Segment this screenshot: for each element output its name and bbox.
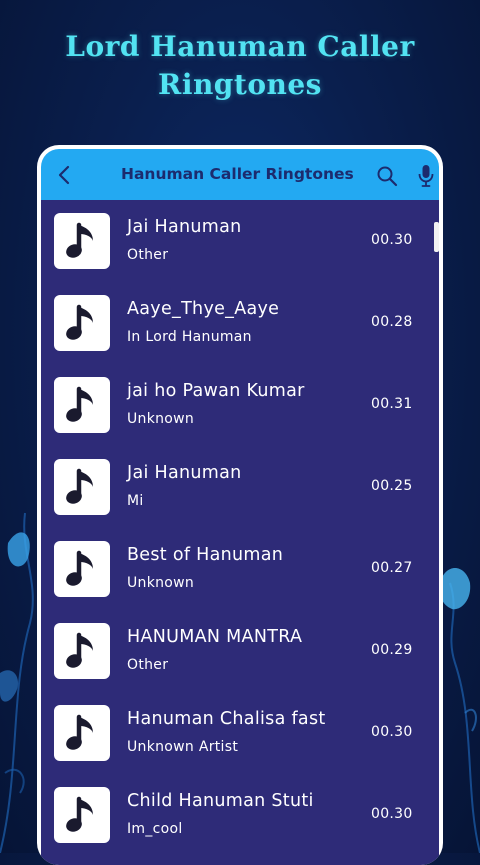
music-note-icon (54, 213, 110, 269)
phone-mockup: Hanuman Caller Ringtones Jai Hanuman Othe… (37, 145, 443, 865)
song-title: Jai Hanuman (127, 463, 242, 483)
song-duration: 00.31 (371, 396, 413, 412)
song-duration: 00.30 (371, 806, 413, 822)
music-note-icon (54, 377, 110, 433)
song-title: HANUMAN MANTRA (127, 627, 303, 647)
list-item[interactable]: Best of Hanuman Unknown 00.27 (41, 528, 439, 610)
list-item[interactable]: HANUMAN MANTRA Other 00.29 (41, 610, 439, 692)
song-duration: 00.27 (371, 560, 413, 576)
music-note-icon (54, 541, 110, 597)
song-artist: In Lord Hanuman (127, 329, 252, 345)
promo-headline-line1: Lord Hanuman Caller (65, 30, 415, 63)
list-item[interactable]: Child Hanuman Stuti Im_cool 00.30 (41, 774, 439, 856)
promo-headline-line2: Ringtones (158, 68, 322, 101)
song-duration: 00.28 (371, 314, 413, 330)
chevron-left-icon[interactable] (55, 163, 73, 187)
song-title: Hanuman Chalisa fast (127, 709, 326, 729)
song-title: Jai Hanuman (127, 217, 242, 237)
song-duration: 00.30 (371, 232, 413, 248)
app-header: Hanuman Caller Ringtones (41, 149, 439, 200)
song-artist: Unknown (127, 411, 195, 427)
song-title: jai ho Pawan Kumar (127, 381, 305, 401)
list-item[interactable]: Jai Hanuman Other 00.30 (41, 200, 439, 282)
music-note-icon (54, 295, 110, 351)
list-item[interactable]: Aaye_Thye_Aaye In Lord Hanuman 00.28 (41, 282, 439, 364)
song-artist: Mi (127, 493, 144, 509)
music-note-icon (54, 705, 110, 761)
song-artist: Unknown Artist (127, 739, 239, 755)
song-artist: Im_cool (127, 821, 183, 837)
promo-headline: Lord Hanuman Caller Ringtones (0, 28, 480, 104)
song-artist: Other (127, 247, 169, 263)
list-item[interactable]: jai ho Pawan Kumar Unknown 00.31 (41, 364, 439, 446)
ringtone-list[interactable]: Jai Hanuman Other 00.30 Aaye_Thye_Aaye In Lo… (41, 200, 439, 865)
page-title: Hanuman Caller Ringtones (121, 165, 354, 183)
song-artist: Unknown (127, 575, 195, 591)
music-note-icon (54, 787, 110, 843)
music-note-icon (54, 459, 110, 515)
song-duration: 00.25 (371, 478, 413, 494)
song-title: Child Hanuman Stuti (127, 791, 314, 811)
song-duration: 00.29 (371, 642, 413, 658)
song-artist: Other (127, 657, 169, 673)
song-duration: 00.30 (371, 724, 413, 740)
list-item[interactable]: Jai Hanuman Mi 00.25 (41, 446, 439, 528)
microphone-icon[interactable] (417, 164, 435, 188)
search-icon[interactable] (376, 165, 398, 187)
song-title: Best of Hanuman (127, 545, 284, 565)
song-title: Aaye_Thye_Aaye (127, 299, 280, 319)
music-note-icon (54, 623, 110, 679)
list-item[interactable]: Hanuman Chalisa fast Unknown Artist 00.30 (41, 692, 439, 774)
